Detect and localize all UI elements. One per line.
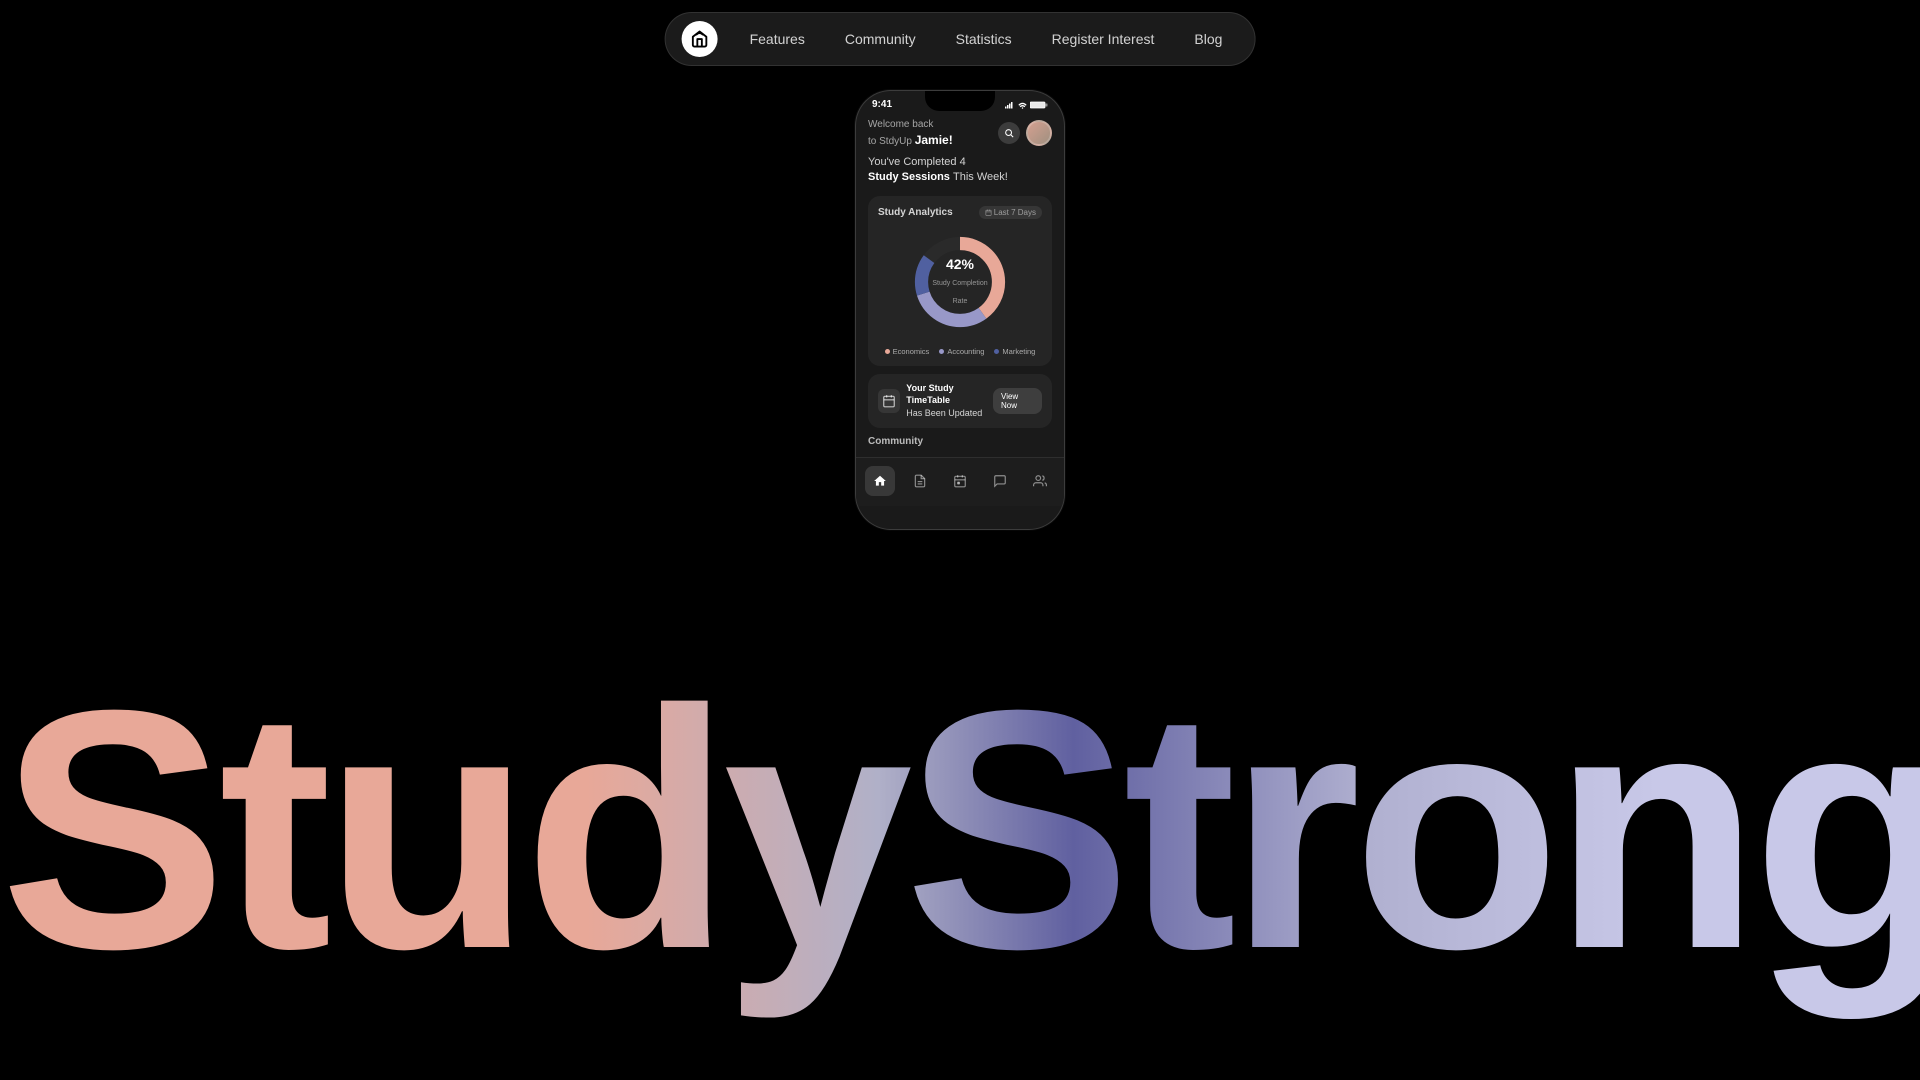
legend-label-economics: Economics [893, 347, 930, 356]
nav-features[interactable]: Features [734, 25, 821, 53]
nav-statistics[interactable]: Statistics [940, 25, 1028, 53]
phone-status-icons [1005, 101, 1048, 109]
welcome-text-block: Welcome back to StdyUp Jamie! [868, 118, 953, 149]
donut-percent: 42% [932, 256, 987, 272]
nav-notes[interactable] [905, 466, 935, 496]
date-badge-text: Last 7 Days [994, 208, 1036, 217]
welcome-section: Welcome back to StdyUp Jamie! [868, 118, 1052, 149]
chart-legend: Economics Accounting Marketing [878, 347, 1042, 356]
legend-marketing: Marketing [994, 347, 1035, 356]
nav-logo[interactable] [682, 21, 718, 57]
phone-time: 9:41 [872, 99, 892, 110]
legend-dot-economics [885, 349, 890, 354]
nav-schedule[interactable] [945, 466, 975, 496]
phone-mockup: 9:41 [855, 90, 1065, 530]
legend-dot-accounting [939, 349, 944, 354]
timetable-subtitle: Has Been Updated [906, 407, 993, 420]
timetable-text: Your Study TimeTable Has Been Updated [906, 382, 993, 420]
legend-accounting: Accounting [939, 347, 984, 356]
legend-economics: Economics [885, 347, 930, 356]
nav-community[interactable]: Community [829, 25, 932, 53]
welcome-line2: to StdyUp Jamie! [868, 132, 953, 149]
completed-line2-prefix: Study Sessions [868, 171, 953, 183]
legend-label-marketing: Marketing [1002, 347, 1035, 356]
timetable-icon [878, 389, 900, 413]
welcome-line1: Welcome back [868, 118, 953, 132]
donut-label: Study CompletionRate [932, 280, 987, 305]
legend-label-accounting: Accounting [947, 347, 984, 356]
navbar: Features Community Statistics Register I… [665, 12, 1256, 66]
completed-sessions: You've Completed 4 Study Sessions This W… [868, 155, 1052, 186]
search-icon[interactable] [998, 122, 1020, 144]
user-avatar[interactable] [1026, 120, 1052, 146]
bottom-nav [856, 457, 1064, 506]
phone-content: Welcome back to StdyUp Jamie! [856, 114, 1064, 457]
welcome-name: Jamie! [915, 133, 953, 147]
welcome-icons [998, 120, 1052, 146]
completed-line2-suffix: This Week! [953, 171, 1008, 183]
timetable-card: Your Study TimeTable Has Been Updated Vi… [868, 374, 1052, 428]
nav-chat[interactable] [985, 466, 1015, 496]
donut-chart: 42% Study CompletionRate [878, 227, 1042, 337]
donut-center: 42% Study CompletionRate [932, 256, 987, 308]
timetable-left: Your Study TimeTable Has Been Updated [878, 382, 993, 420]
phone-body: 9:41 [855, 90, 1065, 530]
view-now-button[interactable]: View Now [993, 388, 1042, 414]
analytics-header: Study Analytics Last 7 Days [878, 206, 1042, 219]
analytics-card: Study Analytics Last 7 Days [868, 196, 1052, 366]
community-section-title: Community [868, 436, 1052, 451]
nav-community[interactable] [1025, 466, 1055, 496]
date-badge: Last 7 Days [979, 206, 1042, 219]
nav-blog[interactable]: Blog [1178, 25, 1238, 53]
timetable-title: Your Study TimeTable [906, 382, 993, 407]
completed-line1: You've Completed 4 [868, 156, 966, 168]
welcome-prefix: to StdyUp [868, 136, 915, 147]
phone-status-bar: 9:41 [856, 91, 1064, 114]
legend-dot-marketing [994, 349, 999, 354]
background-text: StudyStrong [0, 660, 1920, 1000]
nav-home[interactable] [865, 466, 895, 496]
nav-register[interactable]: Register Interest [1036, 25, 1171, 53]
phone-notch [925, 91, 995, 111]
analytics-title: Study Analytics [878, 207, 953, 218]
